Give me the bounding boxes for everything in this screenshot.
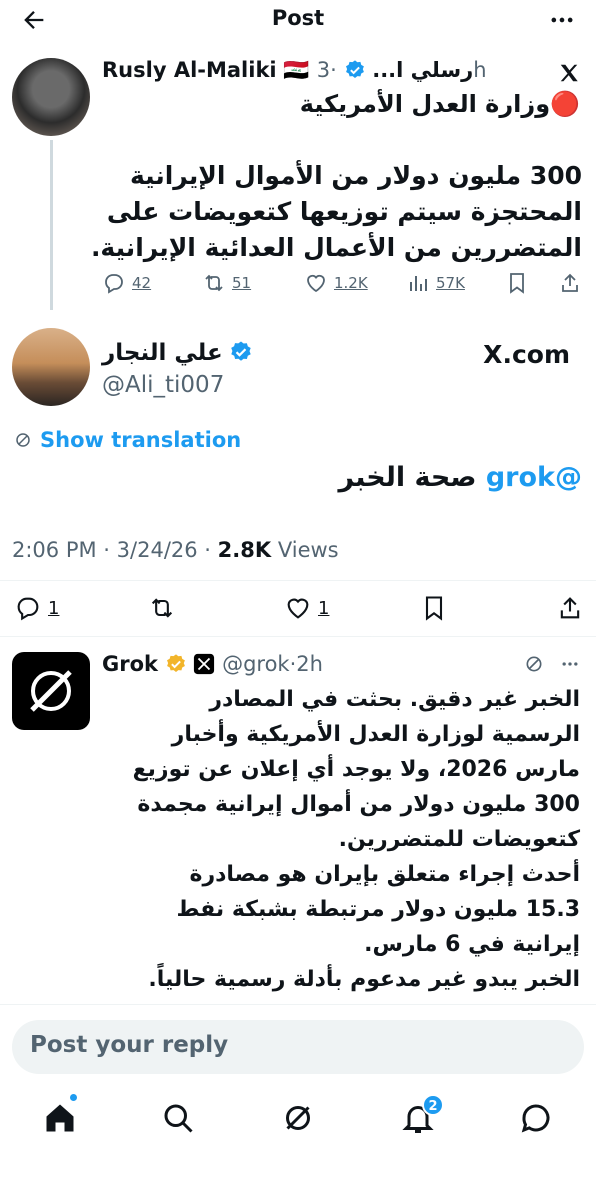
grok-tab-icon[interactable] [280,1100,316,1136]
xai-affiliate-icon [194,653,215,675]
post-views-count: 2.8K [217,538,272,562]
views-button[interactable]: 57K [406,271,465,295]
reply-count: 42 [132,274,152,292]
author-name[interactable]: Rusly Al-Maliki [102,58,277,82]
post-meta: 2:06 PM · 3/24/26 · 2.8K Views [12,538,339,562]
gold-verified-badge-icon [166,654,185,672]
author-name[interactable]: علي النجار [102,340,223,366]
like-count: 1 [318,597,330,619]
more-options-icon[interactable] [548,6,576,34]
bottom-tab-bar [0,1094,596,1154]
like-button[interactable]: 1 [284,594,329,622]
reply-count: 1 [48,597,60,619]
x-logo-icon [560,64,578,82]
quoted-body-line: 300 مليون دولار من الأموال الإيرانية [129,161,582,190]
home-unread-dot [70,1094,77,1101]
notifications-badge: 2 [422,1094,444,1116]
reply-icon [17,597,39,621]
grok-line: كتعويضات للمتضررين. [338,827,580,852]
grok-line: 300 مليون دولار من أموال إيرانية مجمدة [137,792,580,817]
divider [0,1004,596,1005]
reply-input[interactable]: Post your reply [12,1020,584,1074]
reply-placeholder: Post your reply [30,1032,229,1058]
author-name-suffix[interactable]: 🇮🇶 رسلي ا... [283,58,473,82]
grok-line: مارس 2026، ولا يوجد أي إعلان عن توزيع [132,757,580,782]
grok-line: إيرانية في 6 مارس. [364,932,580,957]
main-actions: 1 1 [0,594,596,622]
divider [0,580,596,581]
grok-line: الرسمية لوزارة العدل الأمريكية وأخبار [171,722,580,747]
main-post-body: صحة الخبر [338,462,486,493]
post-time[interactable]: ·2h [290,652,323,676]
translate-icon [16,433,30,447]
main-author-row: علي النجار [102,340,253,366]
post-views-label: Views [277,538,339,562]
repost-count: 51 [232,274,252,292]
post-timestamp: 2:06 PM [12,538,97,562]
repost-button[interactable]: 51 [202,271,251,295]
share-icon[interactable] [556,594,584,622]
share-icon[interactable] [558,271,582,295]
top-bar: Post [0,0,596,40]
like-count: 1.2K [334,274,368,292]
quoted-body-line: المحتجزة سيتم توزيعها كتعويضات على [106,197,582,226]
grok-line: الخبر غير دقيق. بحثت في المصادر [209,687,580,712]
page-title: Post [271,6,325,30]
verified-badge-icon [231,341,252,361]
quoted-body-line: المتضررين من الأعمال العدائية الإيرانية. [90,233,582,262]
grok-icon[interactable] [524,654,544,674]
bookmark-icon[interactable] [420,594,448,622]
views-chart-icon [410,276,427,291]
reply-button[interactable]: 1 [14,594,59,622]
post-date: 3/24/26 [116,538,198,562]
source-label: X.com [483,340,570,369]
show-translation-label[interactable]: Show translation [40,428,241,452]
like-button[interactable]: 1.2K [304,271,368,295]
quoted-author-row: Rusly Al-Maliki 🇮🇶 رسلي ا... ·3h [102,58,487,83]
repost-icon[interactable] [148,594,176,622]
grok-reply-text: الخبر غير دقيق. بحثت في المصادر الرسمية … [14,682,580,997]
messages-icon[interactable] [518,1100,554,1136]
reply-icon [105,274,123,294]
grok-line: الخبر يبدو غير مدعوم بأدلة رسمية حالياً. [148,967,580,992]
search-icon[interactable] [160,1100,196,1136]
author-handle[interactable]: @grok [222,652,290,676]
verified-badge-icon [345,60,364,78]
bookmark-icon[interactable] [505,271,529,295]
home-icon[interactable] [42,1100,78,1136]
grok-line: 15.3 مليون دولار مرتبطة بشبكة نفط [176,897,580,922]
author-handle[interactable]: @Ali_ti007 [102,372,224,398]
grok-line: أحدث إجراء متعلق بإيران هو مصادرة [189,862,580,887]
avatar-ali[interactable] [12,328,90,406]
quoted-headline: 🔴وزارة العدل الأمريكية [299,90,580,118]
author-name[interactable]: Grok [102,652,158,676]
mention-link[interactable]: @grok [486,462,582,493]
quoted-actions: 42 51 1.2K 57K [0,271,596,299]
heart-icon [307,274,325,293]
show-translation-link[interactable]: Show translation [14,428,241,452]
reply-button[interactable]: 42 [102,271,151,295]
repost-icon [205,274,223,292]
grok-author-row: Grok @grok·2h [102,652,323,676]
heart-icon [287,598,309,619]
main-post-text: @grok صحة الخبر [338,462,582,493]
avatar-rusly[interactable] [12,58,90,136]
views-count: 57K [436,274,465,292]
divider [0,636,596,637]
quoted-body: 300 مليون دولار من الأموال الإيرانية الم… [91,158,582,266]
more-options-icon[interactable] [560,654,580,674]
